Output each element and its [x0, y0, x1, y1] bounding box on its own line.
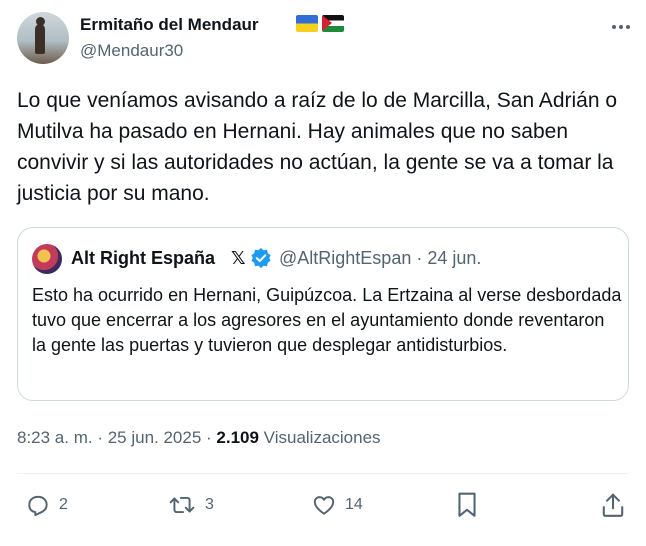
divider [17, 473, 629, 474]
palestine-flag-icon [322, 15, 344, 32]
views-label: Visualizaciones [258, 428, 381, 447]
x-logo-icon: 𝕏 [231, 248, 246, 268]
author-flags [296, 15, 344, 32]
retweet-button[interactable]: 3 [167, 490, 214, 520]
heart-icon [311, 492, 337, 518]
author-avatar[interactable] [17, 12, 69, 64]
quoted-handle-date[interactable]: @AltRightEspan · 24 jun. [279, 247, 481, 269]
quoted-author-avatar[interactable] [32, 244, 62, 274]
tweet-text: Lo que veníamos avisando a raíz de lo de… [17, 89, 618, 205]
views-count: 2.109 [216, 428, 259, 447]
avatar-figure-body [35, 24, 45, 54]
like-count: 14 [345, 496, 363, 513]
more-options-icon[interactable] [608, 14, 634, 40]
bookmark-icon [455, 491, 479, 519]
author-display-name[interactable]: Ermitaño del Mendaur [80, 15, 259, 35]
share-icon [601, 492, 625, 518]
reply-icon [25, 492, 51, 518]
share-button[interactable] [601, 490, 625, 520]
verified-badge-icon [250, 247, 272, 269]
reply-count: 2 [59, 496, 68, 513]
ukraine-flag-icon [296, 15, 318, 32]
reply-button[interactable]: 2 [25, 490, 68, 520]
tweet-meta: 8:23 a. m. · 25 jun. 2025 · 2.109 Visual… [17, 427, 381, 449]
quoted-author-display-name[interactable]: Alt Right España [71, 247, 215, 269]
tweet-timestamp[interactable]: 8:23 a. m. · 25 jun. 2025 · [17, 428, 216, 447]
like-button[interactable]: 14 [311, 490, 363, 520]
author-handle[interactable]: @Mendaur30 [80, 41, 183, 61]
bookmark-button[interactable] [455, 490, 479, 520]
retweet-icon [167, 492, 197, 518]
retweet-count: 3 [205, 496, 214, 513]
quoted-tweet-text: Esto ha ocurrido en Hernani, Guipúzcoa. … [32, 285, 622, 355]
